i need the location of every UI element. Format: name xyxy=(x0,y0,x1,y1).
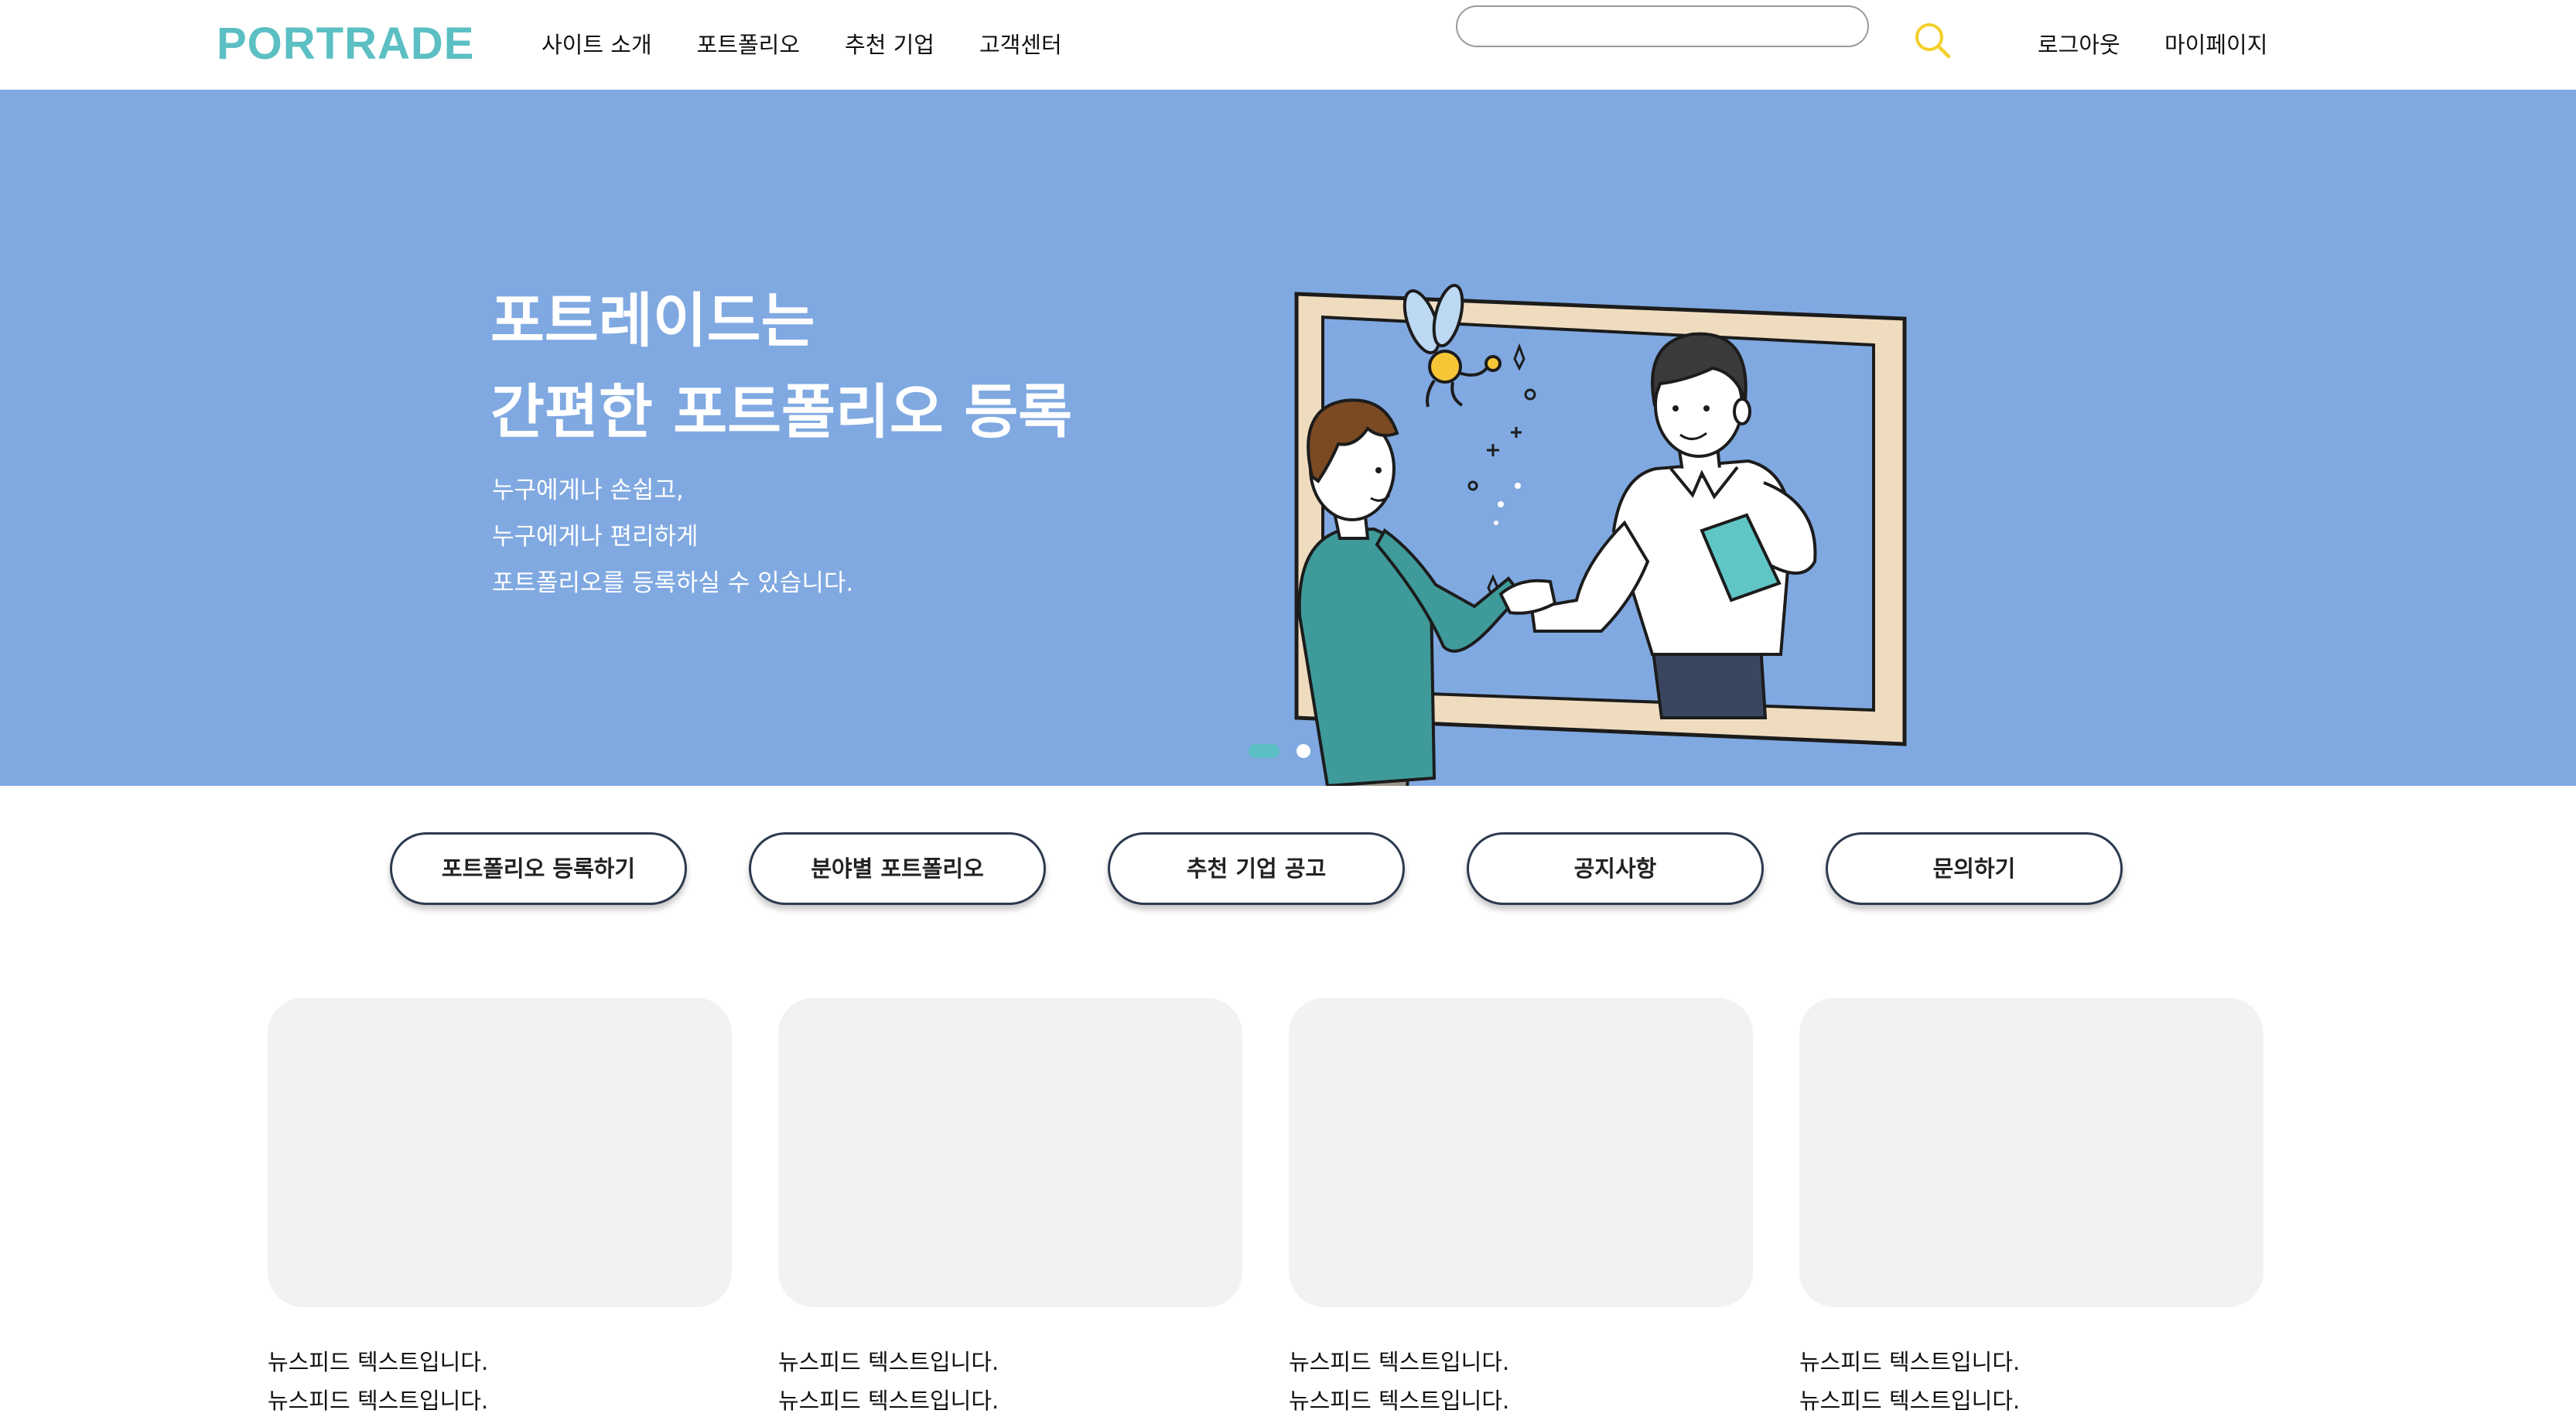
mypage-link[interactable]: 마이페이지 xyxy=(2164,28,2267,62)
main-nav: 사이트 소개 포트폴리오 추천 기업 고객센터 xyxy=(542,28,1107,62)
slide-dot-2[interactable] xyxy=(1297,744,1310,758)
card-text-line2: 뉴스피드 텍스트입니다. xyxy=(1799,1388,2021,1414)
card-text: 뉴스피드 텍스트입니다. 뉴스피드 텍스트입니다. xyxy=(268,1343,732,1417)
hero-desc-line3: 포트폴리오를 등록하실 수 있습니다. xyxy=(492,569,854,597)
hero-title-line2: 간편한 포트폴리오 등록 xyxy=(490,377,1073,446)
card-text: 뉴스피드 텍스트입니다. 뉴스피드 텍스트입니다. xyxy=(1289,1343,1753,1417)
card-text: 뉴스피드 텍스트입니다. 뉴스피드 텍스트입니다. xyxy=(1799,1343,2263,1417)
card-thumbnail[interactable] xyxy=(268,998,732,1307)
logout-link[interactable]: 로그아웃 xyxy=(2038,28,2120,62)
quick-links: 포트폴리오 등록하기 분야별 포트폴리오 추천 기업 공고 공지사항 문의하기 xyxy=(390,832,2123,905)
recommended-jobs-button[interactable]: 추천 기업 공고 xyxy=(1108,832,1405,905)
slide-dot-1[interactable] xyxy=(1249,744,1279,758)
card-text-line2: 뉴스피드 텍스트입니다. xyxy=(1289,1388,1510,1414)
hero-title: 포트레이드는 간편한 포트폴리오 등록 xyxy=(490,275,1072,458)
card-text-line1: 뉴스피드 텍스트입니다. xyxy=(1799,1349,2021,1375)
card-text: 뉴스피드 텍스트입니다. 뉴스피드 텍스트입니다. xyxy=(778,1343,1242,1417)
card-text-line1: 뉴스피드 텍스트입니다. xyxy=(778,1349,999,1375)
card-thumbnail[interactable] xyxy=(1289,998,1753,1307)
newsfeed-card[interactable]: 뉴스피드 텍스트입니다. 뉴스피드 텍스트입니다. xyxy=(268,998,732,1417)
slide-indicator xyxy=(1249,744,1310,758)
portfolio-by-field-button[interactable]: 분야별 포트폴리오 xyxy=(749,832,1046,905)
nav-item-about[interactable]: 사이트 소개 xyxy=(542,28,652,62)
nav-item-portfolio[interactable]: 포트폴리오 xyxy=(697,28,800,62)
newsfeed-card[interactable]: 뉴스피드 텍스트입니다. 뉴스피드 텍스트입니다. xyxy=(1289,998,1753,1417)
hero-desc-line1: 누구에게나 손쉽고, xyxy=(492,476,684,504)
newsfeed-cards: 뉴스피드 텍스트입니다. 뉴스피드 텍스트입니다. 뉴스피드 텍스트입니다. 뉴… xyxy=(268,998,2263,1417)
hero-desc-line2: 누구에게나 편리하게 xyxy=(492,523,699,551)
search-icon[interactable] xyxy=(1912,20,1952,60)
card-text-line2: 뉴스피드 텍스트입니다. xyxy=(778,1388,999,1414)
card-text-line2: 뉴스피드 텍스트입니다. xyxy=(268,1388,489,1414)
site-header: PORTRADE 사이트 소개 포트폴리오 추천 기업 고객센터 로그아웃 마이… xyxy=(0,0,2576,91)
nav-item-customer-center[interactable]: 고객센터 xyxy=(979,28,1062,62)
inquiry-button[interactable]: 문의하기 xyxy=(1826,832,2123,905)
search-input[interactable] xyxy=(1456,5,1869,47)
hero-description: 누구에게나 손쉽고, 누구에게나 편리하게 포트폴리오를 등록하실 수 있습니다… xyxy=(492,467,853,606)
site-logo[interactable]: PORTRADE xyxy=(217,17,474,71)
notices-button[interactable]: 공지사항 xyxy=(1467,832,1764,905)
register-portfolio-button[interactable]: 포트폴리오 등록하기 xyxy=(390,832,687,905)
newsfeed-card[interactable]: 뉴스피드 텍스트입니다. 뉴스피드 텍스트입니다. xyxy=(1799,998,2263,1417)
card-thumbnail[interactable] xyxy=(778,998,1242,1307)
newsfeed-card[interactable]: 뉴스피드 텍스트입니다. 뉴스피드 텍스트입니다. xyxy=(778,998,1242,1417)
handshake-through-frame-illustration xyxy=(1294,283,1907,786)
hero-title-line1: 포트레이드는 xyxy=(490,286,815,355)
nav-item-recommended-companies[interactable]: 추천 기업 xyxy=(845,28,934,62)
card-text-line1: 뉴스피드 텍스트입니다. xyxy=(1289,1349,1510,1375)
page: PORTRADE 사이트 소개 포트폴리오 추천 기업 고객센터 로그아웃 마이… xyxy=(0,0,2576,1417)
card-text-line1: 뉴스피드 텍스트입니다. xyxy=(268,1349,489,1375)
card-thumbnail[interactable] xyxy=(1799,998,2263,1307)
hero-banner: 포트레이드는 간편한 포트폴리오 등록 누구에게나 손쉽고, 누구에게나 편리하… xyxy=(0,90,2576,786)
